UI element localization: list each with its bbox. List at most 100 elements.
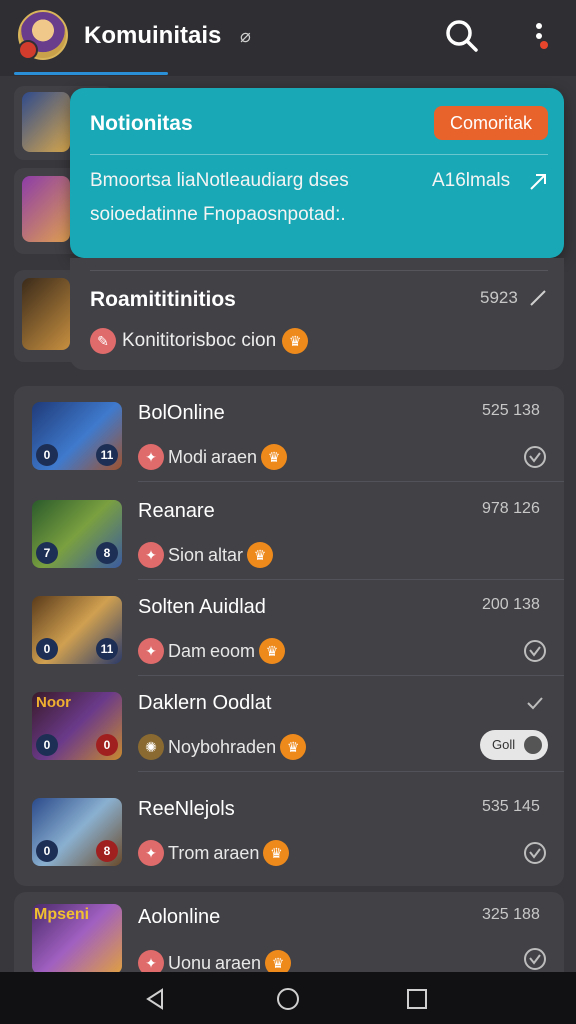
community-list: 0 11 BolOnline 525 138 ✦ Modi araen ♛ 7 … xyxy=(14,386,564,886)
token-icon: ✦ xyxy=(138,542,164,568)
search-icon[interactable] xyxy=(442,16,482,56)
game-thumbnail: Mpseni xyxy=(32,904,122,974)
item-subtitle-row: ✦ Modi araen ♛ xyxy=(138,444,288,470)
avatar[interactable] xyxy=(18,10,68,60)
item-subtitle: Sion xyxy=(168,544,205,565)
crown-icon: ♛ xyxy=(247,542,274,568)
panel-subtitle: Konititorisboc cion xyxy=(122,330,277,351)
level-badge: 0 xyxy=(36,638,58,660)
game-thumbnail: 0 8 xyxy=(32,798,122,866)
list-item[interactable]: 7 8 Reanare 978 126 ✦ Sion altar ♛ xyxy=(14,484,564,580)
check-circle-icon[interactable] xyxy=(522,840,548,866)
divider xyxy=(138,481,564,482)
checkmark-icon xyxy=(522,690,548,716)
back-triangle-icon[interactable] xyxy=(142,986,168,1012)
item-name: Reanare xyxy=(138,500,215,522)
item-name: Daklern Oodlat xyxy=(138,692,272,714)
notification-text: soioedatinne Fnopaosnpotad:. xyxy=(90,204,346,225)
level-badge: 0 xyxy=(36,840,58,862)
list-item[interactable]: 0 8 ReeNlejols 535 145 ✦ Trom araen ♛ xyxy=(14,782,564,878)
item-name: ReeNlejols xyxy=(138,798,235,820)
item-count: 200 138 xyxy=(482,596,540,613)
game-thumbnail xyxy=(22,278,70,350)
level-badge: 0 xyxy=(96,734,118,756)
level-badge: 0 xyxy=(36,444,58,466)
game-thumbnail xyxy=(22,92,70,152)
item-name: BolOnline xyxy=(138,402,225,424)
app-bar: Komuinitais ⌀ xyxy=(0,0,576,76)
list-item[interactable]: 0 11 BolOnline 525 138 ✦ Modi araen ♛ xyxy=(14,386,564,482)
item-name: Solten Auidlad xyxy=(138,596,266,618)
home-circle-icon[interactable] xyxy=(275,986,301,1012)
token-icon: ✦ xyxy=(138,840,164,866)
item-name: Aolonline xyxy=(138,906,221,928)
level-badge: 11 xyxy=(96,444,118,466)
level-badge: 8 xyxy=(96,542,118,564)
crown-icon: ♛ xyxy=(259,638,286,664)
panel-count: 5923 xyxy=(480,288,518,307)
level-badge: 11 xyxy=(96,638,118,660)
crown-icon: ♛ xyxy=(282,328,309,354)
check-circle-icon[interactable] xyxy=(522,638,548,664)
crown-icon: ♛ xyxy=(263,840,290,866)
thumbnail-label: Noor xyxy=(36,694,71,711)
edit-icon[interactable] xyxy=(528,288,548,308)
item-count: 535 145 xyxy=(482,798,540,815)
game-thumbnail: 0 11 xyxy=(32,596,122,664)
item-subtitle: Uonu xyxy=(168,952,212,973)
token-icon: ✎ xyxy=(90,328,116,354)
item-subtitle-row: ✦ Sion altar ♛ xyxy=(138,542,274,568)
community-panel[interactable]: Roamititinitios 5923 ✎ Konititorisboc ci… xyxy=(70,258,564,370)
game-thumbnail: 0 11 xyxy=(32,402,122,470)
page-title: Komuinitais xyxy=(84,22,222,49)
item-subtitle-2: altar xyxy=(208,544,244,565)
notification-text: Bmoortsa liaNotleaudiarg dses xyxy=(90,170,349,191)
more-vert-icon[interactable] xyxy=(524,18,554,58)
item-subtitle-row: ✺ Noybohraden ♛ xyxy=(138,734,307,760)
thumbnail-label: Mpseni xyxy=(34,906,90,923)
check-circle-icon[interactable] xyxy=(522,444,548,470)
item-subtitle: Trom xyxy=(168,842,210,863)
notification-title: Notionitas xyxy=(90,112,193,135)
item-count: 325 188 xyxy=(482,906,540,923)
clan-icon: ✺ xyxy=(138,734,164,760)
status-toggle[interactable]: Goll xyxy=(480,730,548,760)
list-item[interactable]: Noor 0 0 Daklern Oodlat ✺ Noybohraden ♛ … xyxy=(14,676,564,772)
item-subtitle: Noybohraden xyxy=(168,736,277,757)
expand-arrow-icon[interactable] xyxy=(526,170,550,194)
tab-indicator xyxy=(14,72,168,75)
crown-icon: ♛ xyxy=(261,444,288,470)
item-subtitle-row: ✦ Dam eoom ♛ xyxy=(138,638,286,664)
level-badge: 7 xyxy=(36,542,58,564)
item-subtitle-2: araen xyxy=(215,952,262,973)
list-item[interactable]: 0 11 Solten Auidlad 200 138 ✦ Dam eoom ♛ xyxy=(14,580,564,676)
item-count: 525 138 xyxy=(482,402,540,419)
check-circle-icon[interactable] xyxy=(522,946,548,972)
item-subtitle: Dam xyxy=(168,640,207,661)
panel-title: Roamititinitios xyxy=(90,288,236,311)
title-suffix-icon: ⌀ xyxy=(240,26,251,46)
token-icon: ✦ xyxy=(138,638,164,664)
item-subtitle-2: araen xyxy=(211,446,258,467)
item-subtitle: Modi xyxy=(168,446,208,467)
game-thumbnail xyxy=(22,176,70,242)
notification-action-button[interactable]: Comoritak xyxy=(434,106,548,140)
toggle-label: Goll xyxy=(492,737,516,752)
item-subtitle-2: araen xyxy=(213,842,260,863)
recents-square-icon[interactable] xyxy=(404,986,430,1012)
item-subtitle-row: ✦ Trom araen ♛ xyxy=(138,840,290,866)
toggle-knob xyxy=(521,733,545,757)
notification-card[interactable]: Notionitas Comoritak Bmoortsa liaNotleau… xyxy=(70,88,564,258)
system-nav-bar xyxy=(0,972,576,1024)
divider xyxy=(90,154,548,155)
notification-meta: A16lmals xyxy=(432,170,511,191)
crown-icon: ♛ xyxy=(280,734,307,760)
panel-subtitle-row: ✎ Konititorisboc cion ♛ xyxy=(90,328,309,354)
list-item[interactable]: Mpseni Aolonline 325 188 ✦ Uonu araen ♛ xyxy=(14,892,564,982)
game-thumbnail: Noor 0 0 xyxy=(32,692,122,760)
item-count: 978 126 xyxy=(482,500,540,517)
item-subtitle-2: eoom xyxy=(210,640,256,661)
divider xyxy=(90,270,548,271)
level-badge: 0 xyxy=(36,734,58,756)
avatar-badge xyxy=(18,40,38,60)
